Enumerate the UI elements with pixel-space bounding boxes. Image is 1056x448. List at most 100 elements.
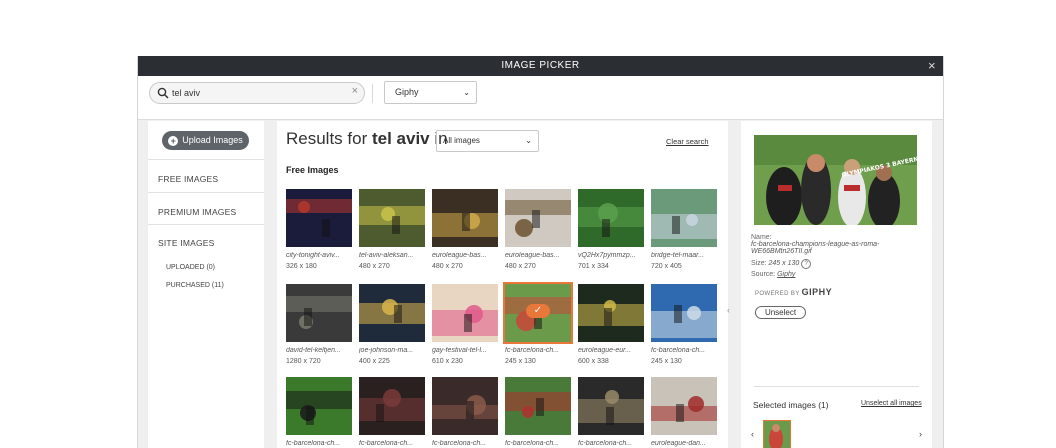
image-name: euroleague-bas... — [432, 252, 487, 259]
unselect-all-link[interactable]: Unselect all images — [861, 400, 922, 407]
powered-by-label: POWERED BY — [755, 291, 800, 297]
image-name: joe-johnson-ma... — [359, 347, 414, 354]
image-thumbnail[interactable] — [286, 377, 352, 435]
size-label: Size: — [751, 260, 767, 267]
image-thumbnail[interactable] — [432, 377, 498, 435]
name-value: fc-barcelona-champions-league-as-roma-WE… — [751, 241, 880, 255]
image-thumbnail[interactable] — [505, 377, 571, 435]
thumbnail-graphic — [432, 284, 498, 342]
provider-label: Giphy — [395, 87, 419, 97]
image-thumbnail[interactable] — [359, 377, 425, 435]
thumbnail-graphic — [578, 189, 644, 247]
image-name: euroleague-eur... — [578, 347, 632, 354]
image-name: fc-barcelona-ch... — [505, 440, 560, 447]
image-size: 480 x 270 — [359, 263, 390, 270]
image-name: fc-barcelona-ch... — [432, 440, 487, 447]
preview-graphic: OLYMPIAKOS 3 BAYERN MUNCHEN 2 — [754, 135, 917, 225]
image-name-meta: Name: fc-barcelona-champions-league-as-r… — [751, 234, 932, 255]
image-size: 326 x 180 — [286, 263, 317, 270]
results-title: Results for tel aviv in — [286, 129, 448, 149]
sidebar: + Upload Images FREE IMAGES PREMIUM IMAGE… — [148, 121, 264, 448]
thumbnail-graphic — [286, 189, 352, 247]
sidebar-item-label: SITE IMAGES — [158, 238, 215, 248]
unselect-button[interactable]: Unselect — [755, 306, 806, 319]
close-icon[interactable]: × — [925, 56, 939, 76]
search-icon — [157, 87, 169, 99]
results-query: tel aviv — [371, 129, 430, 148]
upload-label: Upload Images — [182, 135, 243, 145]
image-name: euroleague-bas... — [505, 252, 560, 259]
next-arrow-icon[interactable]: › — [919, 429, 922, 439]
search-bar: × Giphy ⌄ — [138, 76, 943, 120]
image-thumbnail[interactable] — [651, 377, 717, 435]
clear-search-link[interactable]: Clear search — [666, 137, 709, 146]
image-name: fc-barcelona-ch... — [286, 440, 341, 447]
source-link[interactable]: Giphy — [777, 271, 795, 278]
clear-search-icon[interactable]: × — [352, 85, 358, 97]
source-label: Source: — [751, 271, 776, 278]
thumbnail-graphic — [359, 377, 425, 435]
image-size: 245 x 130 — [651, 358, 682, 365]
selected-thumbnail[interactable] — [763, 420, 791, 448]
image-name: tel-aviv-aleksan... — [359, 252, 414, 259]
provider-select[interactable]: Giphy ⌄ — [384, 81, 477, 104]
image-thumbnail[interactable] — [432, 189, 498, 247]
name-label: Name: — [751, 234, 772, 241]
divider — [148, 159, 264, 160]
section-title: Free Images — [286, 165, 339, 175]
sidebar-subitem-purchased[interactable]: PURCHASED (11) — [166, 282, 224, 289]
image-source-meta: Source: Giphy — [751, 271, 795, 278]
chevron-down-icon: ⌄ — [525, 136, 532, 145]
thumbnail-graphic — [578, 377, 644, 435]
search-input[interactable] — [172, 85, 342, 100]
image-size: 701 x 334 — [578, 263, 609, 270]
image-thumbnail[interactable] — [286, 284, 352, 342]
thumbnail-graphic — [651, 377, 717, 435]
image-size: 720 x 405 — [651, 263, 682, 270]
image-size: 600 x 338 — [578, 358, 609, 365]
image-size: 480 x 270 — [505, 263, 536, 270]
thumbnail-graphic — [432, 377, 498, 435]
image-filter-select[interactable]: All images ⌄ — [436, 130, 539, 152]
image-thumbnail[interactable] — [359, 189, 425, 247]
image-thumbnail[interactable] — [505, 189, 571, 247]
upload-images-button[interactable]: + Upload Images — [162, 131, 249, 150]
image-size: 245 x 130 — [505, 358, 536, 365]
prev-arrow-icon[interactable]: ‹ — [751, 429, 754, 439]
sidebar-item-label: FREE IMAGES — [158, 174, 219, 184]
help-icon[interactable]: ? — [801, 259, 812, 269]
size-value: 245 x 130 — [768, 260, 800, 267]
collapse-arrow-icon[interactable]: ‹ — [727, 305, 741, 315]
giphy-logo: GIPHY — [801, 287, 833, 297]
divider — [372, 84, 373, 103]
image-name: david-tel-keltjen... — [286, 347, 341, 354]
image-thumbnail[interactable]: ✓ — [503, 282, 573, 344]
image-name: vQ2Hx7pymmzp... — [578, 252, 636, 259]
preview-image: OLYMPIAKOS 3 BAYERN MUNCHEN 2 — [754, 135, 917, 225]
image-name: fc-barcelona-ch... — [359, 440, 414, 447]
image-thumbnail[interactable] — [578, 284, 644, 342]
image-thumbnail[interactable] — [578, 189, 644, 247]
image-name: fc-barcelona-ch... — [651, 347, 706, 354]
image-thumbnail[interactable] — [651, 189, 717, 247]
image-thumbnail[interactable] — [359, 284, 425, 342]
sidebar-subitem-uploaded[interactable]: UPLOADED (0) — [166, 264, 215, 271]
thumbnail-graphic — [505, 377, 571, 435]
thumbnail-graphic — [651, 189, 717, 247]
image-thumbnail[interactable] — [286, 189, 352, 247]
plus-icon: + — [168, 136, 179, 146]
modal-titlebar: IMAGE PICKER × — [138, 56, 943, 76]
thumbnail-graphic — [286, 377, 352, 435]
sidebar-item-label: PREMIUM IMAGES — [158, 207, 237, 217]
thumbnail-graphic — [286, 284, 352, 342]
image-name: city-tonight-aviv... — [286, 252, 340, 259]
image-picker-modal: IMAGE PICKER × × Giphy ⌄ +Upload Images … — [137, 56, 944, 448]
image-thumbnail[interactable] — [578, 377, 644, 435]
image-size: 1280 x 720 — [286, 358, 321, 365]
filter-label: All images — [443, 136, 480, 145]
divider — [148, 224, 264, 225]
image-thumbnail[interactable] — [432, 284, 498, 342]
divider — [148, 192, 264, 193]
search-box[interactable]: × — [149, 82, 365, 104]
image-thumbnail[interactable] — [651, 284, 717, 342]
